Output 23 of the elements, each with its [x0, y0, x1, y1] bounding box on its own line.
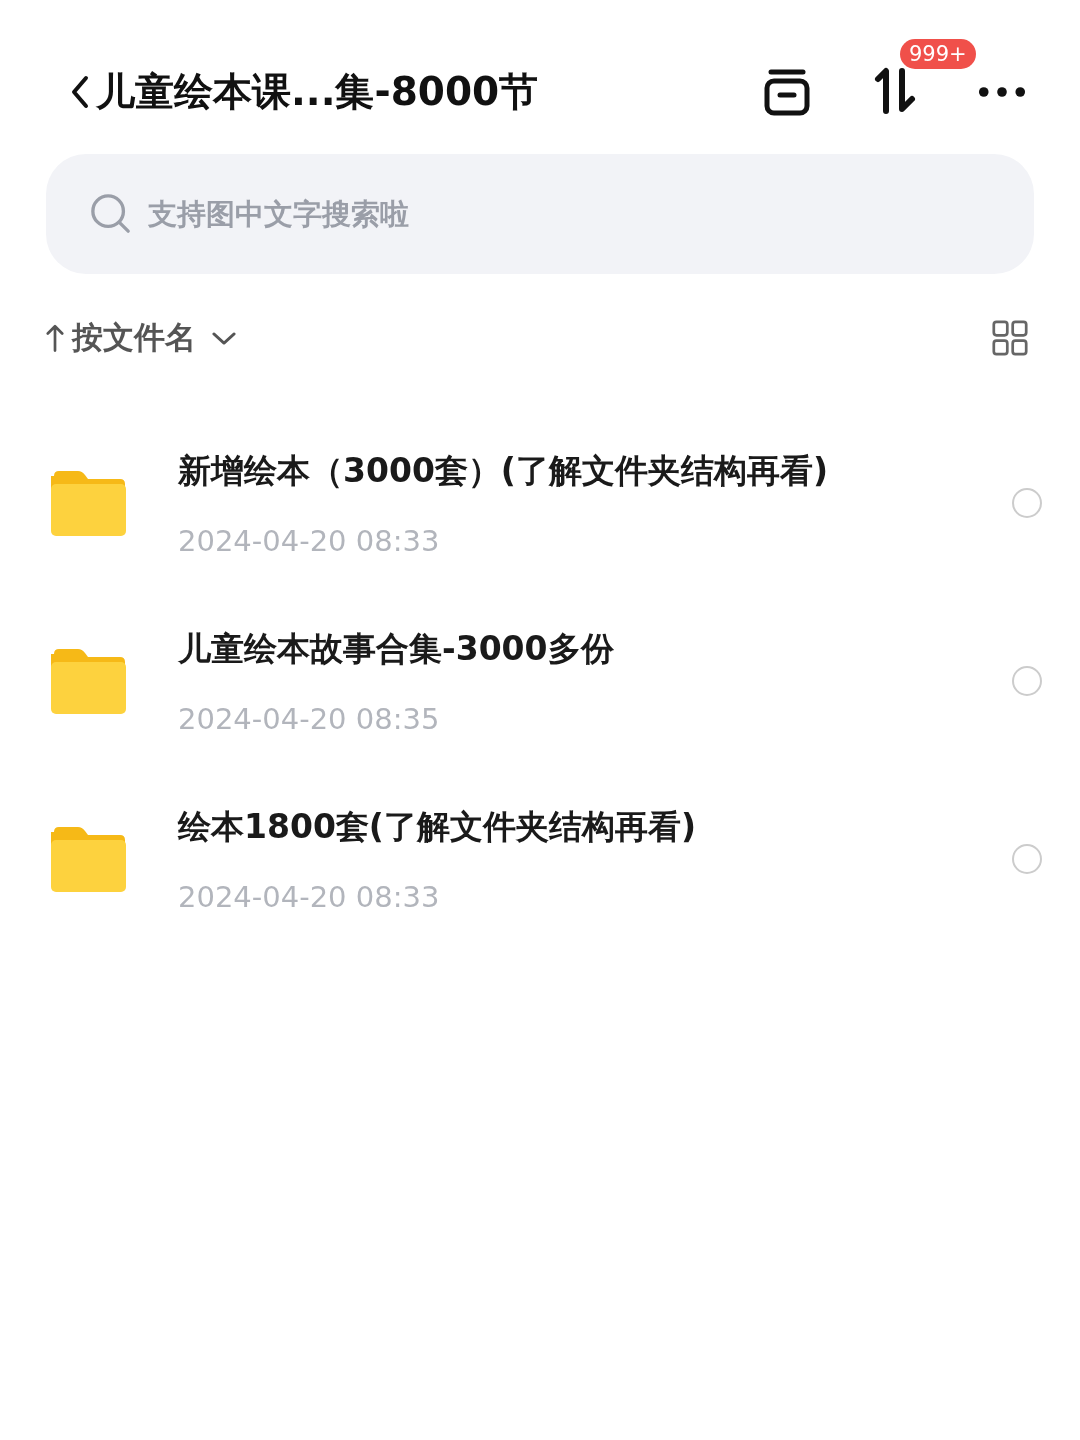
modified-date: 2024-04-20 08:33: [178, 523, 441, 558]
folder-name[interactable]: 绘本1800套(了解文件夹结构再看): [178, 804, 1012, 850]
select-radio[interactable]: [1012, 844, 1042, 874]
folder-icon: [50, 648, 126, 714]
select-radio[interactable]: [1012, 666, 1042, 696]
folder-name[interactable]: 新增绘本（3000套）(了解文件夹结构再看): [178, 448, 1012, 494]
folder-icon: [50, 470, 126, 536]
search-field[interactable]: 支持图中文字搜索啦: [46, 154, 1034, 274]
grid-view-icon[interactable]: [992, 320, 1028, 356]
search-icon: [90, 193, 132, 235]
folder-title: 儿童绘本课...集-8000节: [96, 68, 539, 116]
notification-badge: 999+: [900, 39, 976, 69]
sort-button[interactable]: 按文件名: [46, 317, 236, 359]
up-arrow-icon: [46, 323, 64, 353]
folder-icon: [50, 826, 126, 892]
archive-icon[interactable]: [762, 67, 812, 117]
modified-date: 2024-04-20 08:35: [178, 701, 441, 736]
back-icon[interactable]: [70, 74, 90, 110]
select-radio[interactable]: [1012, 488, 1042, 518]
folder-name[interactable]: 儿童绘本故事合集-3000多份: [178, 626, 1012, 672]
chevron-down-icon: [212, 330, 236, 346]
modified-date: 2024-04-20 08:33: [178, 879, 441, 914]
more-icon[interactable]: [978, 86, 1026, 98]
